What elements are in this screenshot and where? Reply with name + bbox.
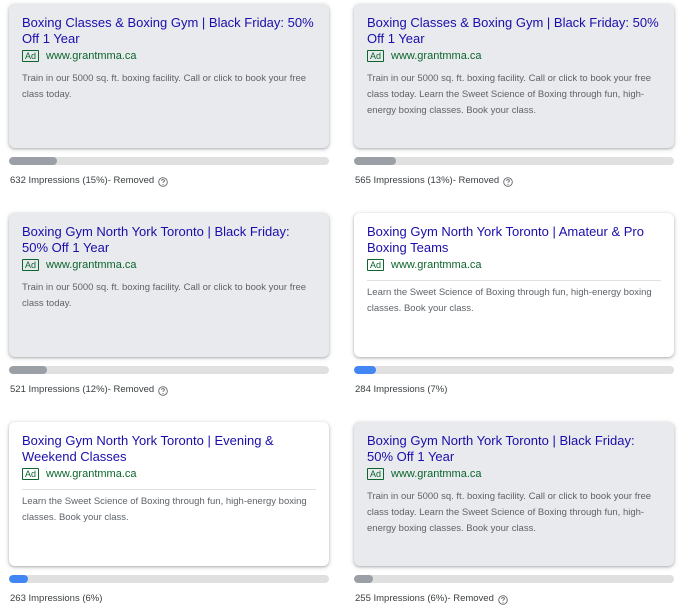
removed-status: - Removed (107, 384, 155, 395)
ad-display-url[interactable]: www.grantmma.ca (46, 49, 136, 63)
impression-share-fill (354, 575, 374, 583)
help-circle-icon[interactable] (503, 176, 513, 187)
ad-display-url[interactable]: www.grantmma.ca (391, 467, 481, 481)
ad-preview-6: Boxing Gym North York Toronto | Black Fr… (354, 422, 674, 605)
impressions-text: 255 Impressions (6%) (355, 593, 448, 604)
ad-display-url[interactable]: www.grantmma.ca (46, 467, 136, 481)
ad-description: Train in our 5000 sq. ft. boxing facilit… (22, 73, 307, 100)
ad-headline[interactable]: Boxing Gym North York Toronto | Black Fr… (22, 224, 316, 256)
impressions-text: 263 Impressions (6%) (10, 593, 103, 604)
impression-share-fill (9, 575, 29, 583)
ad-preview-5: Boxing Gym North York Toronto | Evening … (9, 422, 329, 604)
ad-card-3[interactable]: Boxing Gym North York Toronto | Black Fr… (9, 213, 329, 357)
ad-url-row: Ad www.grantmma.ca (367, 49, 661, 63)
ad-preview-1: Boxing Classes & Boxing Gym | Black Frid… (9, 4, 329, 187)
impression-share-bar (9, 575, 329, 583)
ad-description: Learn the Sweet Science of Boxing throug… (367, 287, 652, 314)
ad-preview-4: Boxing Gym North York Toronto | Amateur … (354, 213, 674, 395)
impression-stats: 284 Impressions (7%) (355, 384, 447, 396)
ad-badge: Ad (367, 50, 385, 62)
ad-badge: Ad (367, 259, 385, 271)
impression-share-fill (9, 157, 57, 165)
impression-share-bar (9, 157, 329, 165)
impression-stats: 255 Impressions (6%) - Removed (355, 593, 508, 605)
impression-stats: 632 Impressions (15%) - Removed (10, 175, 168, 187)
help-circle-icon[interactable] (498, 594, 508, 605)
removed-status: - Removed (447, 593, 494, 604)
ad-card-6[interactable]: Boxing Gym North York Toronto | Black Fr… (354, 422, 674, 566)
ad-display-url[interactable]: www.grantmma.ca (391, 49, 481, 63)
impression-share-fill (9, 366, 48, 374)
ad-description: Train in our 5000 sq. ft. boxing facilit… (367, 491, 652, 534)
ad-headline[interactable]: Boxing Gym North York Toronto | Evening … (22, 433, 316, 465)
ad-headline[interactable]: Boxing Gym North York Toronto | Black Fr… (367, 433, 661, 465)
ad-badge: Ad (367, 468, 385, 480)
impression-stats: 521 Impressions (12%) - Removed (10, 384, 168, 396)
card-divider (367, 280, 661, 281)
card-divider (22, 489, 316, 490)
ad-badge: Ad (22, 468, 40, 480)
ad-description: Train in our 5000 sq. ft. boxing facilit… (367, 73, 652, 116)
ad-card-1[interactable]: Boxing Classes & Boxing Gym | Black Frid… (9, 4, 329, 148)
removed-status: - Removed (107, 175, 155, 186)
ad-badge: Ad (22, 259, 40, 271)
impression-share-bar (9, 366, 329, 374)
ad-display-url[interactable]: www.grantmma.ca (46, 258, 136, 272)
impression-share-fill (354, 366, 377, 374)
removed-status: - Removed (452, 175, 500, 186)
impressions-text: 632 Impressions (15%) (10, 175, 108, 186)
impression-stats: 263 Impressions (6%) (10, 593, 102, 605)
help-circle-icon[interactable] (158, 385, 168, 396)
ad-headline[interactable]: Boxing Gym North York Toronto | Amateur … (367, 224, 661, 256)
ad-url-row: Ad www.grantmma.ca (367, 258, 661, 272)
ad-preview-3: Boxing Gym North York Toronto | Black Fr… (9, 213, 329, 396)
ad-description: Train in our 5000 sq. ft. boxing facilit… (22, 282, 307, 309)
ad-url-row: Ad www.grantmma.ca (22, 467, 316, 481)
ad-display-url[interactable]: www.grantmma.ca (391, 258, 481, 272)
ad-headline[interactable]: Boxing Classes & Boxing Gym | Black Frid… (22, 15, 316, 47)
impressions-text: 565 Impressions (13%) (355, 175, 453, 186)
help-circle-icon[interactable] (158, 176, 168, 187)
impression-share-fill (354, 157, 396, 165)
impressions-text: 521 Impressions (12%) (10, 384, 108, 395)
ad-card-2[interactable]: Boxing Classes & Boxing Gym | Black Frid… (354, 4, 674, 148)
ad-badge: Ad (22, 50, 40, 62)
ad-url-row: Ad www.grantmma.ca (22, 258, 316, 272)
ad-url-row: Ad www.grantmma.ca (367, 467, 661, 481)
ad-description: Learn the Sweet Science of Boxing throug… (22, 496, 307, 523)
ad-preview-2: Boxing Classes & Boxing Gym | Black Frid… (354, 4, 674, 187)
ad-card-4[interactable]: Boxing Gym North York Toronto | Amateur … (354, 213, 674, 357)
impressions-text: 284 Impressions (7%) (355, 384, 448, 395)
impression-share-bar (354, 575, 674, 583)
ad-headline[interactable]: Boxing Classes & Boxing Gym | Black Frid… (367, 15, 661, 47)
ad-url-row: Ad www.grantmma.ca (22, 49, 316, 63)
impression-share-bar (354, 157, 674, 165)
ad-card-5[interactable]: Boxing Gym North York Toronto | Evening … (9, 422, 329, 566)
impression-share-bar (354, 366, 674, 374)
impression-stats: 565 Impressions (13%) - Removed (355, 175, 513, 187)
